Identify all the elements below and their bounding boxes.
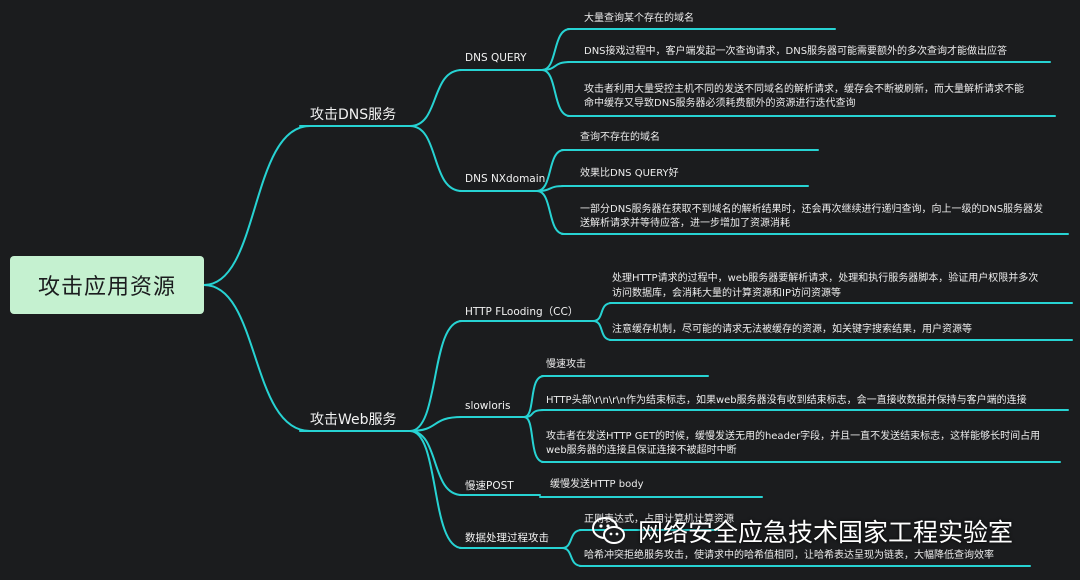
leaf-text: 哈希冲突拒绝服务攻击，使请求中的哈希值相同，让哈希表达呈现为链表，大幅降低查询效… [584,550,994,561]
leaf-text: 大量查询某个存在的域名 [584,13,694,24]
leaf-text: HTTP头部\r\n\r\n作为结束标志，如果web服务器没有收到结束标志，会一… [546,395,1027,406]
watermark: 网络安全应急技术国家工程实验室 [590,512,1013,550]
leaf-text: 缓慢发送HTTP body [550,479,644,490]
leaf-text: 效果比DNS QUERY好 [580,168,679,179]
leaf-text: 查询不存在的域名 [580,132,660,143]
leaf-text: DNS接戏过程中，客户端发起一次查询请求，DNS服务器可能需要额外的多次查询才能… [584,46,1008,57]
node-data-processing-attack[interactable]: 数据处理过程攻击 [465,530,549,545]
leaf-text: 命中缓存又导致DNS服务器必须耗费额外的资源进行迭代查询 [584,98,856,109]
branch-dns-service[interactable]: 攻击DNS服务 [310,104,396,124]
leaf-text: 访问数据库，会消耗大量的计算资源和IP访问资源等 [612,288,841,299]
watermark-text: 网络安全应急技术国家工程实验室 [638,518,1014,547]
node-dns-query[interactable]: DNS QUERY [465,52,527,64]
node-slowloris[interactable]: slowloris [465,400,510,412]
leaf-text: 攻击者在发送HTTP GET的时候，缓慢发送无用的header字段，并且一直不发… [546,431,1041,442]
leaf-text: 攻击者利用大量受控主机不同的发送不同域名的解析请求，缓存会不断被刷新，而大量解析… [584,84,1024,95]
branch-web-service[interactable]: 攻击Web服务 [310,409,397,429]
leaf-text: 注意缓存机制，尽可能的请求无法被缓存的资源，如关键字搜索结果，用户资源等 [612,324,972,335]
leaf-text: 送解析请求并等待应答，进一步增加了资源消耗 [580,218,790,229]
root-node[interactable]: 攻击应用资源 [10,256,204,314]
wechat-icon [592,517,625,544]
node-slow-post[interactable]: 慢速POST [465,478,514,493]
leaf-text: 处理HTTP请求的过程中，web服务器要解析请求，处理和执行服务器脚本，验证用户… [612,273,1039,284]
leaf-text: 一部分DNS服务器在获取不到域名的解析结果时，还会再次继续进行递归查询，向上一级… [580,204,1044,215]
leaf-text: 慢速攻击 [546,359,586,370]
node-dns-nxdomain[interactable]: DNS NXdomain [465,173,545,185]
node-http-flooding[interactable]: HTTP FLooding（CC） [465,304,578,319]
leaf-text: web服务器的连接且保证连接不被超时中断 [546,445,737,456]
